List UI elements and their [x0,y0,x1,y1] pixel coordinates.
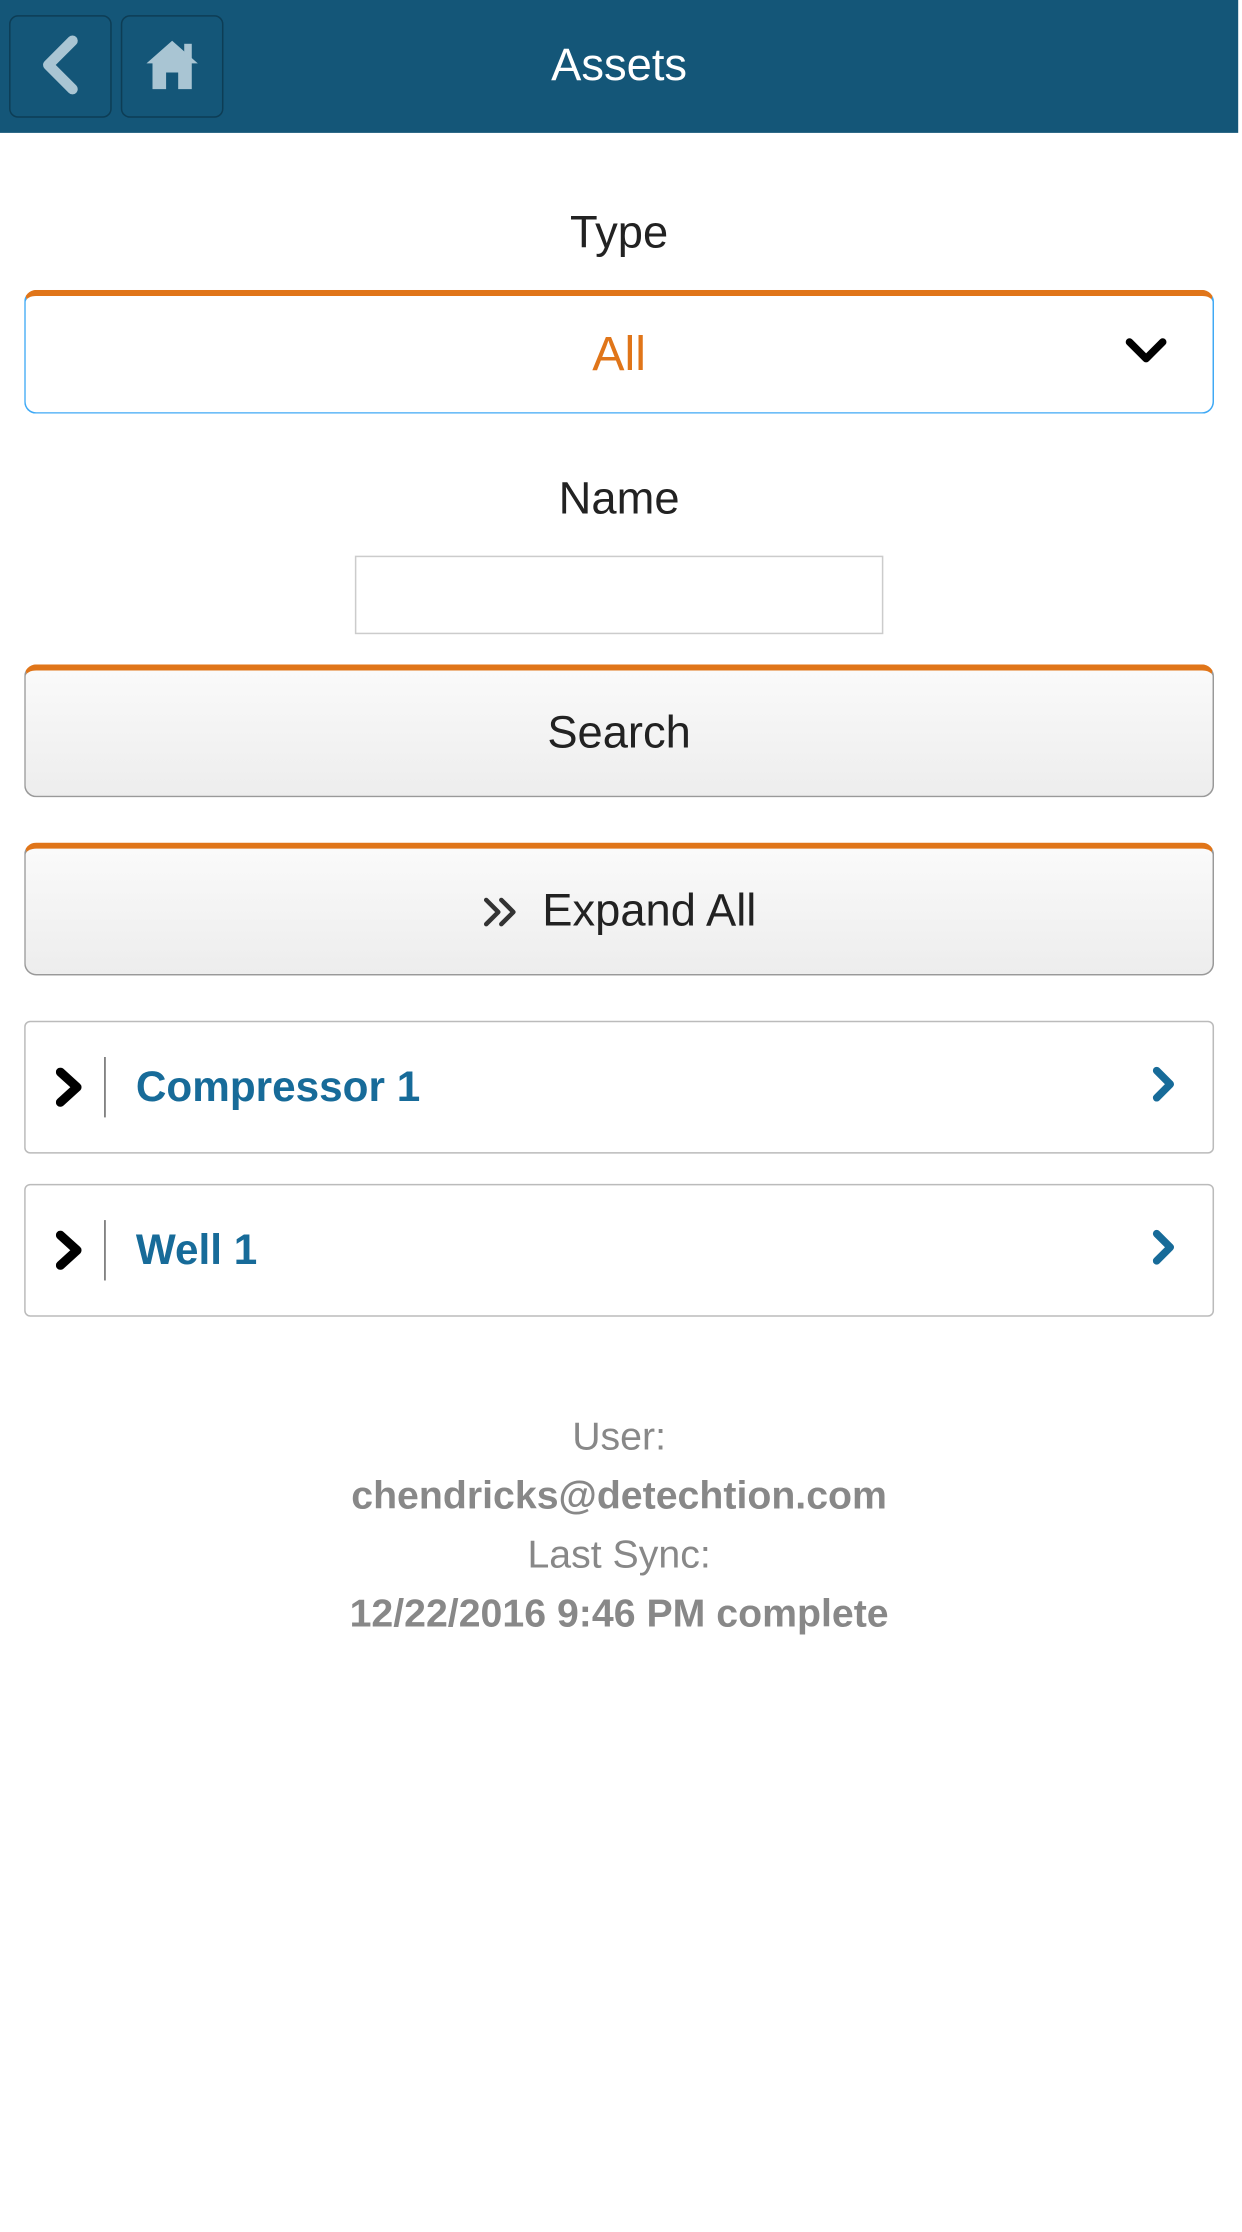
back-button[interactable] [9,15,112,118]
sync-value: 12/22/2016 9:46 PM complete [24,1584,1214,1643]
search-button-label: Search [547,707,691,758]
content-area: Type All Name Search Expand All [0,133,1238,1643]
divider [104,1220,106,1280]
sync-label: Last Sync: [24,1525,1214,1584]
expand-all-button[interactable]: Expand All [24,843,1214,976]
search-button[interactable]: Search [24,664,1214,797]
type-label: Type [24,208,1214,259]
home-button[interactable] [121,15,224,118]
name-input[interactable] [355,556,884,635]
chevron-right-icon [56,1068,83,1107]
home-icon [142,35,202,97]
name-label: Name [24,474,1214,525]
user-label: User: [24,1407,1214,1466]
divider [104,1057,106,1117]
type-select[interactable]: All [24,290,1214,414]
asset-name: Well 1 [136,1226,257,1274]
chevron-right-icon [56,1231,83,1270]
footer-info: User: chendricks@detechtion.com Last Syn… [24,1407,1214,1643]
app-header: Assets [0,0,1238,133]
expand-all-label: Expand All [542,886,756,937]
user-value: chendricks@detechtion.com [24,1466,1214,1525]
type-select-value: All [592,326,646,382]
chevron-down-icon [1125,337,1167,372]
double-chevron-right-icon [482,895,524,928]
page-title: Assets [551,41,687,92]
chevron-left-icon [39,34,81,99]
chevron-right-icon [1152,1228,1176,1272]
asset-name: Compressor 1 [136,1063,420,1111]
chevron-right-icon [1152,1065,1176,1109]
asset-row[interactable]: Well 1 [24,1184,1214,1317]
asset-row[interactable]: Compressor 1 [24,1021,1214,1154]
